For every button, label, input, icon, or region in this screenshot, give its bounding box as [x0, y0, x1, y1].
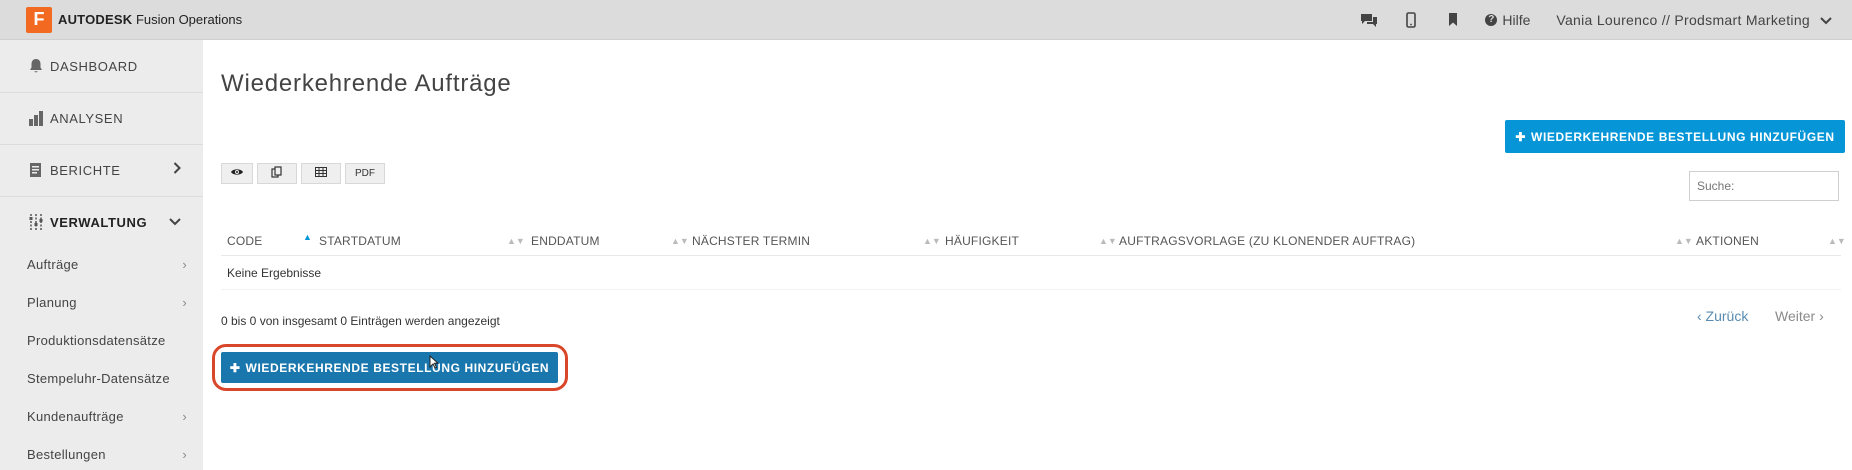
sidebar-subitem-stempeluhr-datensaetze[interactable]: Stempeluhr-Datensätze — [27, 371, 187, 386]
sliders-icon — [26, 212, 46, 232]
sidebar-subitem-label: Produktionsdatensätze — [27, 333, 166, 348]
table-icon — [315, 167, 327, 180]
sidebar-subitem-label: Aufträge — [27, 257, 79, 272]
pdf-export-button[interactable]: PDF — [345, 163, 385, 184]
sidebar-item-label: ANALYSEN — [50, 110, 124, 126]
sidebar-item-label: VERWALTUNG — [50, 214, 148, 230]
bar-chart-icon — [26, 108, 46, 128]
eye-icon — [230, 167, 244, 180]
button-label: WIEDERKEHRENDE BESTELLUNG HINZUFÜGEN — [1531, 129, 1835, 144]
pagination-next[interactable]: Weiter › — [1775, 308, 1824, 324]
chevron-down-icon — [1820, 12, 1832, 28]
page-title: Wiederkehrende Aufträge — [221, 70, 512, 97]
sidebar-item-dashboard[interactable]: DASHBOARD — [0, 40, 203, 92]
column-header-code[interactable]: CODE — [227, 226, 262, 256]
plus-icon: ✚ — [229, 360, 241, 375]
chevron-right-icon: › — [182, 257, 187, 272]
excel-export-button[interactable] — [301, 163, 341, 184]
table-empty-row: Keine Ergebnisse — [221, 256, 1841, 290]
sidebar-item-label: DASHBOARD — [50, 58, 138, 74]
column-header-startdatum[interactable]: STARTDATUM — [319, 226, 401, 256]
sidebar-subitem-kundenauftraege[interactable]: Kundenaufträge › — [27, 409, 187, 424]
chevron-right-icon: › — [182, 409, 187, 424]
help-link[interactable]: ? Hilfe — [1485, 12, 1530, 28]
chevron-right-icon — [173, 162, 181, 177]
brand-name: AUTODESK — [58, 12, 133, 27]
column-header-haeufigkeit[interactable]: HÄUFIGKEIT — [945, 226, 1019, 256]
sidebar-subitem-auftraege[interactable]: Aufträge › — [27, 257, 187, 272]
sidebar-item-berichte[interactable]: BERICHTE — [0, 144, 203, 196]
copy-icon — [271, 166, 283, 181]
table-header: CODE ▲ STARTDATUM ▲▼ ENDDATUM ▲▼ NÄCHSTE… — [221, 226, 1846, 256]
column-header-naechster-termin[interactable]: NÄCHSTER TERMIN — [692, 226, 810, 256]
copy-button[interactable] — [257, 163, 297, 184]
recurring-orders-table: CODE ▲ STARTDATUM ▲▼ ENDDATUM ▲▼ NÄCHSTE… — [221, 226, 1846, 290]
sidebar-item-verwaltung[interactable]: VERWALTUNG — [0, 196, 203, 248]
user-menu[interactable]: Vania Lourenco // Prodsmart Marketing — [1556, 12, 1832, 28]
sidebar-subitem-produktionsdatensaetze[interactable]: Produktionsdatensätze — [27, 333, 187, 348]
logo-icon: F — [26, 6, 52, 33]
sort-icon: ▲▼ — [1828, 236, 1846, 246]
plus-icon: ✚ — [1515, 129, 1527, 144]
chevron-right-icon: › — [182, 447, 187, 462]
sort-asc-icon: ▲ — [303, 232, 312, 242]
table-info-text: 0 bis 0 von insgesamt 0 Einträgen werden… — [221, 314, 500, 328]
app-logo[interactable]: F AUTODESK Fusion Operations — [26, 6, 243, 33]
sort-icon: ▲▼ — [923, 236, 941, 246]
column-header-aktionen[interactable]: AKTIONEN — [1696, 226, 1759, 256]
main-content: Wiederkehrende Aufträge ✚ WIEDERKEHRENDE… — [203, 40, 1852, 470]
column-visibility-button[interactable] — [221, 163, 253, 184]
sidebar-subitem-label: Bestellungen — [27, 447, 106, 462]
help-label: Hilfe — [1502, 11, 1531, 28]
column-header-enddatum[interactable]: ENDDATUM — [531, 226, 600, 256]
search-input[interactable] — [1689, 171, 1839, 201]
add-recurring-order-button-bottom[interactable]: ✚ WIEDERKEHRENDE BESTELLUNG HINZUFÜGEN — [221, 352, 558, 383]
sort-icon: ▲▼ — [1675, 236, 1693, 246]
chat-icon[interactable] — [1359, 10, 1379, 30]
chevron-down-icon — [169, 214, 181, 229]
sidebar-subitem-bestellungen[interactable]: Bestellungen › — [27, 447, 187, 462]
column-header-auftragsvorlage[interactable]: AUFTRAGSVORLAGE (ZU KLONENDER AUFTRAG) — [1119, 226, 1415, 256]
sidebar-subitem-label: Kundenaufträge — [27, 409, 124, 424]
report-icon — [26, 160, 46, 180]
top-bar: F AUTODESK Fusion Operations ? Hilfe Van… — [0, 0, 1852, 40]
button-label: WIEDERKEHRENDE BESTELLUNG HINZUFÜGEN — [245, 360, 550, 375]
sidebar-subitem-label: Planung — [27, 295, 77, 310]
product-name: Fusion Operations — [135, 12, 243, 27]
sort-icon: ▲▼ — [671, 236, 689, 246]
sort-icon: ▲▼ — [507, 236, 525, 246]
sidebar-subitem-label: Stempeluhr-Datensätze — [27, 371, 170, 386]
sort-icon: ▲▼ — [1099, 236, 1117, 246]
user-label: Vania Lourenco // Prodsmart Marketing — [1556, 11, 1810, 28]
sidebar: DASHBOARD ANALYSEN BERICHTE VERWALTUNG A… — [0, 40, 203, 470]
mouse-cursor-icon — [429, 354, 440, 374]
sidebar-subitem-planung[interactable]: Planung › — [27, 295, 187, 310]
question-icon: ? — [1485, 13, 1498, 26]
add-recurring-order-button[interactable]: ✚ WIEDERKEHRENDE BESTELLUNG HINZUFÜGEN — [1505, 120, 1845, 153]
sidebar-item-analysen[interactable]: ANALYSEN — [0, 92, 203, 144]
pagination-previous[interactable]: ‹ Zurück — [1697, 308, 1748, 324]
chevron-right-icon: › — [182, 295, 187, 310]
bell-icon — [26, 56, 46, 76]
sidebar-item-label: BERICHTE — [50, 162, 121, 178]
mobile-icon[interactable] — [1401, 10, 1421, 30]
table-toolbar: PDF — [221, 163, 389, 184]
bookmark-icon[interactable] — [1443, 10, 1463, 30]
